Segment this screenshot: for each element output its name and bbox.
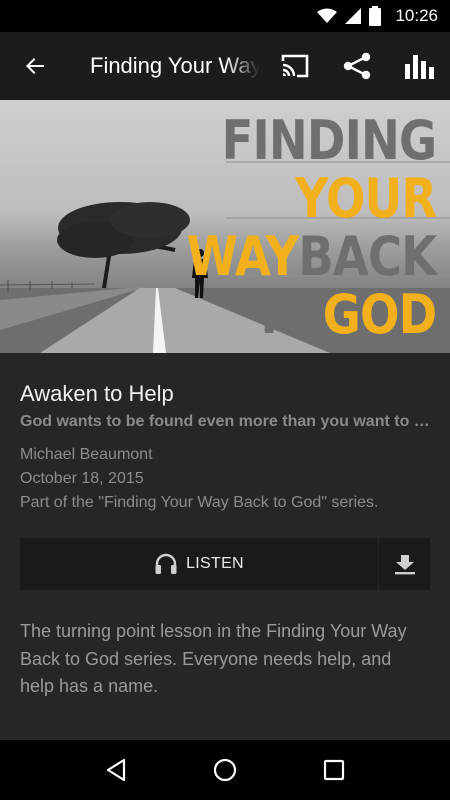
artwork-line-1: FINDING (186, 109, 437, 172)
artwork-line-2: YOUR (186, 167, 437, 230)
episode-date: October 18, 2015 (20, 470, 144, 487)
episode-details: Awaken to Help God wants to be found eve… (0, 353, 450, 740)
cast-button[interactable] (264, 32, 326, 100)
battery-icon (369, 6, 382, 26)
nav-home-icon (213, 758, 237, 782)
artwork-word-back: BACK (298, 225, 437, 288)
headphones-icon (155, 553, 177, 574)
status-time: 10:26 (395, 6, 438, 25)
nav-back-button[interactable] (91, 745, 141, 795)
listen-button[interactable]: LISTEN (20, 538, 378, 590)
artwork-word-your: YOUR (294, 167, 437, 230)
download-icon (394, 555, 415, 575)
cell-signal-icon (345, 8, 362, 24)
app-bar: Finding Your Way Back to God (0, 32, 450, 100)
share-icon (343, 52, 371, 80)
equalizer-button[interactable] (388, 32, 450, 100)
share-button[interactable] (326, 32, 388, 100)
artwork-word-to: TO (252, 283, 323, 346)
wifi-icon (317, 8, 338, 23)
listen-row: LISTEN (20, 538, 430, 590)
episode-series: Part of the "Finding Your Way Back to Go… (20, 494, 379, 511)
artwork-title: FINDING YOUR WAYBACK TOGOD (186, 109, 437, 346)
listen-label: LISTEN (186, 555, 244, 572)
artwork-word-finding: FINDING (221, 109, 437, 172)
artwork-word-god: GOD (322, 283, 436, 346)
cast-icon (281, 54, 309, 78)
nav-recents-button[interactable] (309, 745, 359, 795)
episode-subtitle: God wants to be found even more than you… (20, 413, 430, 430)
nav-home-button[interactable] (200, 745, 250, 795)
episode-title: Awaken to Help (20, 381, 174, 406)
status-bar: 10:26 (0, 0, 450, 32)
series-artwork: FINDING YOUR WAYBACK TOGOD (0, 100, 450, 353)
equalizer-icon (405, 55, 434, 79)
system-nav-bar (0, 740, 450, 800)
app-bar-title: Finding Your Way Back to God (90, 53, 260, 78)
artwork-line-3: WAYBACK (186, 225, 437, 288)
artwork-word-way: WAY (186, 225, 299, 288)
episode-author: Michael Beaumont (20, 446, 153, 463)
nav-back-icon (107, 758, 126, 782)
nav-recents-icon (323, 759, 344, 781)
back-button[interactable] (0, 32, 70, 100)
download-button[interactable] (379, 538, 430, 590)
back-arrow-icon (26, 58, 44, 74)
episode-description: The turning point lesson in the Finding … (20, 621, 407, 696)
artwork-line-4: TOGOD (186, 283, 437, 346)
